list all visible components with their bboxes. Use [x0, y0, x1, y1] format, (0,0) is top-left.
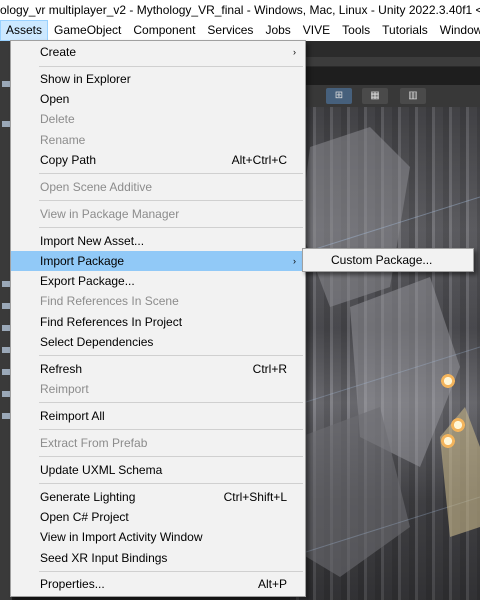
hierarchy-item-icon: [2, 347, 10, 353]
window-title-bar: ology_vr multiplayer_v2 - Mythology_VR_f…: [0, 0, 480, 20]
scene-geometry: [290, 127, 480, 577]
menu-item-update-uxml-schema[interactable]: Update UXML Schema: [11, 460, 305, 480]
menu-tools[interactable]: Tools: [336, 21, 376, 40]
menu-item-open[interactable]: Open: [11, 89, 305, 109]
hierarchy-item-icon: [2, 325, 10, 331]
menu-item-generate-lighting[interactable]: Generate Lighting Ctrl+Shift+L: [11, 487, 305, 507]
assets-menu-dropdown: Create › Show in Explorer Open Delete Re…: [10, 40, 306, 597]
light-icon[interactable]: [440, 373, 456, 389]
submenu-arrow-icon: ›: [293, 256, 296, 266]
menu-separator: [39, 483, 303, 484]
hierarchy-item-icon: [2, 413, 10, 419]
menu-item-delete[interactable]: Delete: [11, 109, 305, 129]
menu-bar: Assets GameObject Component Services Job…: [0, 20, 480, 41]
menu-item-view-in-import-activity-window[interactable]: View in Import Activity Window: [11, 527, 305, 547]
menu-separator: [39, 173, 303, 174]
menu-item-copy-path[interactable]: Copy Path Alt+Ctrl+C: [11, 150, 305, 170]
scene-tab-bar: [290, 41, 480, 57]
hierarchy-item-icon: [2, 369, 10, 375]
menu-item-open-csharp-project[interactable]: Open C# Project: [11, 507, 305, 527]
menu-separator: [39, 227, 303, 228]
menu-item-reimport[interactable]: Reimport: [11, 379, 305, 399]
menu-separator: [39, 200, 303, 201]
menu-item-view-in-package-manager[interactable]: View in Package Manager: [11, 204, 305, 224]
menu-item-create[interactable]: Create ›: [11, 42, 305, 62]
menu-separator: [39, 571, 303, 572]
import-package-submenu: Custom Package...: [302, 248, 474, 272]
menu-item-extract-from-prefab[interactable]: Extract From Prefab: [11, 433, 305, 453]
menu-item-import-new-asset[interactable]: Import New Asset...: [11, 231, 305, 251]
hierarchy-item-icon: [2, 391, 10, 397]
menu-item-import-package[interactable]: Import Package ›: [11, 251, 305, 271]
menu-separator: [39, 402, 303, 403]
menu-window[interactable]: Window: [434, 21, 480, 40]
menu-item-find-references-in-project[interactable]: Find References In Project: [11, 312, 305, 332]
menu-separator: [39, 66, 303, 67]
hierarchy-item-icon: [2, 121, 10, 127]
menu-separator: [39, 456, 303, 457]
menu-item-rename[interactable]: Rename: [11, 130, 305, 150]
menu-jobs[interactable]: Jobs: [259, 21, 296, 40]
menu-component[interactable]: Component: [127, 21, 201, 40]
window-title: ology_vr multiplayer_v2 - Mythology_VR_f…: [0, 3, 480, 17]
hierarchy-item-icon: [2, 303, 10, 309]
menu-gameobject[interactable]: GameObject: [48, 21, 127, 40]
menu-item-custom-package[interactable]: Custom Package...: [303, 250, 473, 270]
hierarchy-item-icon: [2, 281, 10, 287]
menu-item-find-references-in-scene[interactable]: Find References In Scene: [11, 291, 305, 311]
menu-separator: [39, 429, 303, 430]
menu-item-refresh[interactable]: Refresh Ctrl+R: [11, 359, 305, 379]
light-icon[interactable]: [440, 433, 456, 449]
menu-tutorials[interactable]: Tutorials: [376, 21, 434, 40]
menu-separator: [39, 355, 303, 356]
pivot-icon[interactable]: ⊞: [326, 88, 352, 104]
scene-view-toolbar: ⊞ ▦ ▥: [290, 85, 480, 107]
scene-view-viewport[interactable]: [290, 107, 480, 600]
light-icon[interactable]: [450, 417, 466, 433]
grid-snap-icon[interactable]: ▦: [362, 88, 388, 104]
menu-item-properties[interactable]: Properties... Alt+P: [11, 574, 305, 594]
submenu-arrow-icon: ›: [293, 47, 296, 57]
menu-item-reimport-all[interactable]: Reimport All: [11, 406, 305, 426]
menu-assets[interactable]: Assets: [0, 20, 49, 41]
increment-snap-icon[interactable]: ▥: [400, 88, 426, 104]
menu-item-seed-xr-input-bindings[interactable]: Seed XR Input Bindings: [11, 548, 305, 568]
menu-item-show-in-explorer[interactable]: Show in Explorer: [11, 69, 305, 89]
menu-services[interactable]: Services: [201, 21, 259, 40]
menu-vive[interactable]: VIVE: [297, 21, 336, 40]
menu-item-open-scene-additive[interactable]: Open Scene Additive: [11, 177, 305, 197]
menu-item-select-dependencies[interactable]: Select Dependencies: [11, 332, 305, 352]
menu-item-export-package[interactable]: Export Package...: [11, 271, 305, 291]
hierarchy-item-icon: [2, 81, 10, 87]
